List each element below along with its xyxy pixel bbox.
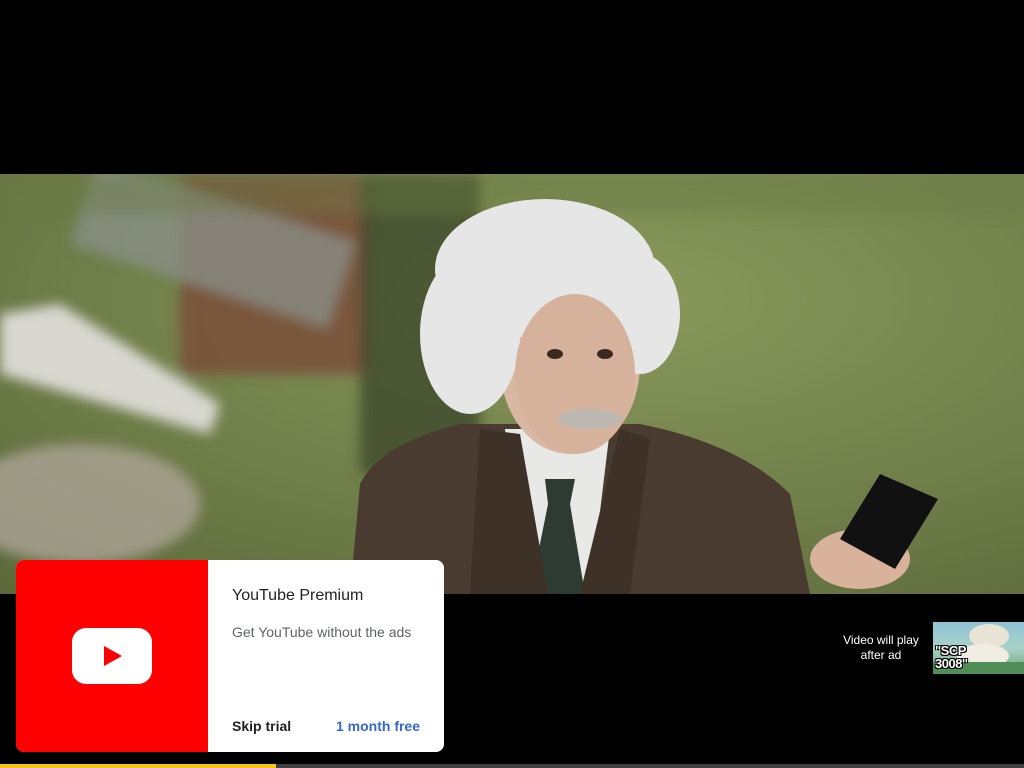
ad-overlay-card[interactable]: YouTube Premium Get YouTube without the …	[16, 560, 444, 752]
ad-subtitle: Get YouTube without the ads	[232, 624, 412, 640]
free-trial-button[interactable]: 1 month free	[336, 718, 420, 734]
ad-video-image	[0, 174, 1024, 594]
ad-body: YouTube Premium Get YouTube without the …	[208, 560, 444, 752]
youtube-play-icon	[72, 628, 152, 684]
thumbnail-title: "SCP 3008"	[935, 643, 968, 671]
video-player[interactable]: YouTube Premium Get YouTube without the …	[0, 0, 1024, 768]
up-next-label: Video will play after ad	[836, 633, 926, 663]
ad-video-frame[interactable]	[0, 174, 1024, 594]
ad-progress-fill	[0, 764, 277, 768]
up-next-preview[interactable]: Video will play after ad "SCP 3008"	[836, 622, 1024, 674]
ad-progress-bar[interactable]	[0, 764, 1024, 768]
ad-logo-panel	[16, 560, 208, 752]
up-next-thumbnail[interactable]: "SCP 3008"	[933, 622, 1024, 674]
up-next-line-1: Video will play	[843, 633, 919, 647]
skip-trial-button[interactable]: Skip trial	[232, 718, 291, 734]
up-next-line-2: after ad	[860, 648, 902, 662]
ad-title: YouTube Premium	[232, 587, 364, 604]
